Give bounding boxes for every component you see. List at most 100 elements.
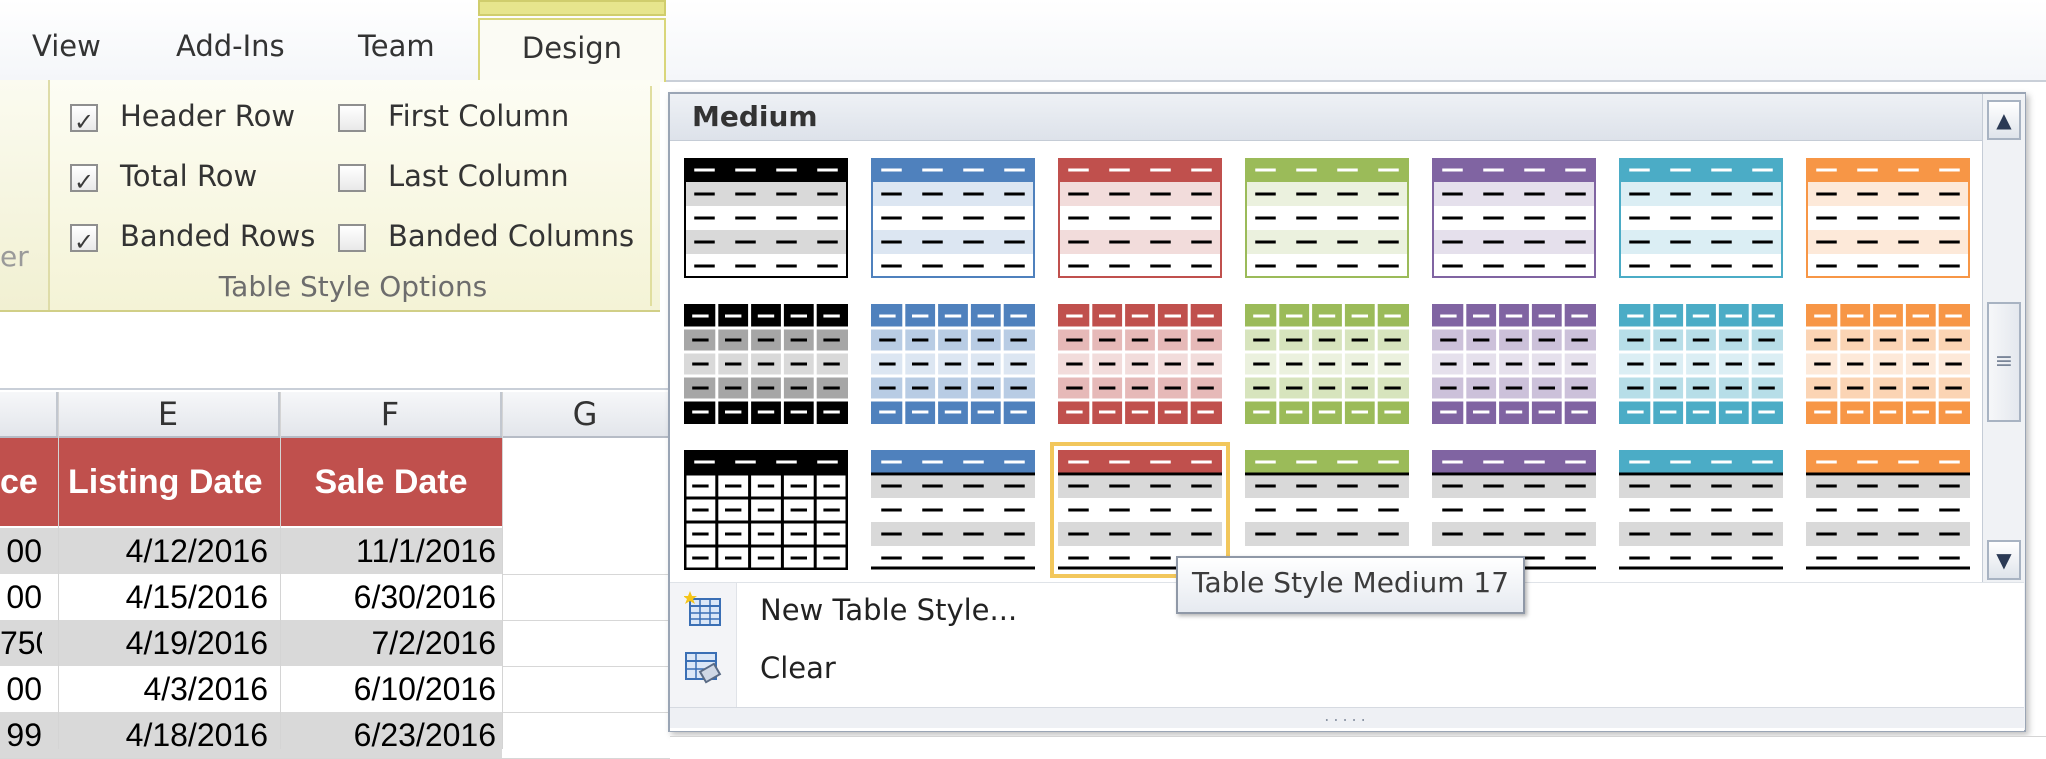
table-style-thumbnail-green-2[interactable] <box>1245 304 1409 424</box>
table-style-thumbnail-red-3[interactable] <box>1050 442 1230 578</box>
table-cell[interactable]: 6/23/2016 <box>280 712 496 758</box>
table-style-thumbnail-black-3[interactable] <box>684 450 848 570</box>
checkmark-icon: ✓ <box>74 168 95 196</box>
header-cell-listing-date[interactable]: Listing Date <box>68 438 280 526</box>
new-table-style-icon <box>684 591 721 626</box>
table-style-preview <box>1619 450 1783 570</box>
table-style-thumbnail-aqua-1[interactable] <box>1619 158 1783 278</box>
table-cell[interactable]: 11/1/2016 <box>280 528 496 574</box>
total-row-label: Total Row <box>120 159 258 193</box>
tab-design[interactable]: Design <box>478 18 666 82</box>
arrow-up-icon: ▲ <box>1996 108 2012 132</box>
resize-grip[interactable]: ..... <box>670 707 2024 728</box>
last-column-option[interactable]: Last Column <box>338 156 569 196</box>
table-style-thumbnail-aqua-2[interactable] <box>1619 304 1783 424</box>
column-header-partial[interactable] <box>0 392 58 436</box>
last-column-checkbox[interactable] <box>338 164 366 192</box>
total-row-option[interactable]: ✓ Total Row <box>70 156 257 196</box>
table-style-thumbnail-orange-1[interactable] <box>1806 158 1970 278</box>
banded-columns-label: Banded Columns <box>388 219 635 253</box>
ribbon-tab-strip: View Add-Ins Team <box>0 0 2046 82</box>
scroll-down-button[interactable]: ▼ <box>1987 540 2021 580</box>
table-header-row: ce Listing Date Sale Date <box>0 438 502 526</box>
arrow-down-icon: ▼ <box>1996 548 2012 572</box>
sheet-grid-below-gallery <box>670 736 2046 750</box>
table-cell[interactable]: 00 <box>0 528 42 574</box>
table-style-preview <box>1806 304 1970 424</box>
last-column-label: Last Column <box>388 159 569 193</box>
table-style-thumbnail-aqua-3[interactable] <box>1619 450 1783 570</box>
column-header-f[interactable]: F <box>280 392 502 436</box>
header-cell-price[interactable]: ce <box>0 438 58 526</box>
header-row-checkbox[interactable]: ✓ <box>70 104 98 136</box>
total-row-checkbox[interactable]: ✓ <box>70 164 98 196</box>
table-style-thumbnail-red-1[interactable] <box>1058 158 1222 278</box>
table-cell[interactable]: 7/2/2016 <box>280 620 496 666</box>
table-cell[interactable]: 00 <box>0 574 42 620</box>
table-style-preview <box>1806 158 1970 278</box>
banded-rows-label: Banded Rows <box>120 219 316 253</box>
banded-columns-checkbox[interactable] <box>338 224 366 252</box>
tab-view[interactable]: View <box>32 26 101 66</box>
table-cell[interactable]: 4/15/2016 <box>58 574 268 620</box>
table-cell[interactable]: 4/12/2016 <box>58 528 268 574</box>
gallery-section-title: Medium <box>692 100 818 133</box>
header-row-label: Header Row <box>120 99 296 133</box>
table-cell[interactable]: 6/30/2016 <box>280 574 496 620</box>
table-row: 00 4/15/2016 6/30/2016 <box>0 574 670 621</box>
table-style-thumbnail-purple-3[interactable] <box>1432 450 1596 570</box>
table-cell[interactable]: 4/19/2016 <box>58 620 268 666</box>
gallery-section-header: Medium <box>670 94 1982 141</box>
table-style-thumbnail-green-1[interactable] <box>1245 158 1409 278</box>
table-style-thumbnail-red-2[interactable] <box>1058 304 1222 424</box>
scroll-up-button[interactable]: ▲ <box>1987 100 2021 140</box>
table-style-thumbnail-blue-1[interactable] <box>871 158 1035 278</box>
table-style-preview <box>1245 304 1409 424</box>
first-column-option[interactable]: First Column <box>338 96 569 136</box>
banded-rows-option[interactable]: ✓ Banded Rows <box>70 216 315 256</box>
table-style-preview <box>1619 304 1783 424</box>
table-style-preview <box>1806 450 1970 570</box>
clear-menu-item[interactable]: Clear <box>760 651 836 685</box>
table-style-thumbnail-purple-2[interactable] <box>1432 304 1596 424</box>
table-cell[interactable]: 4/18/2016 <box>58 712 268 758</box>
formula-bar-area <box>0 312 670 390</box>
first-column-checkbox[interactable] <box>338 104 366 132</box>
tab-add-ins[interactable]: Add-Ins <box>176 26 285 66</box>
table-style-thumbnail-orange-2[interactable] <box>1806 304 1970 424</box>
table-style-preview <box>871 304 1035 424</box>
new-table-style-menu-item[interactable]: New Table Style... <box>760 593 1017 627</box>
table-style-preview <box>1058 450 1222 570</box>
table-cell[interactable]: 99 <box>0 712 42 758</box>
table-style-preview <box>684 304 848 424</box>
ribbon-previous-group: er <box>0 80 50 310</box>
table-style-preview <box>1058 158 1222 278</box>
table-style-preview <box>684 158 848 278</box>
banded-rows-checkbox[interactable]: ✓ <box>70 224 98 256</box>
table-style-thumbnail-blue-2[interactable] <box>871 304 1035 424</box>
column-header-e[interactable]: E <box>58 392 280 436</box>
table-cell[interactable]: 00 <box>0 666 42 712</box>
column-header-g[interactable]: G <box>502 392 670 436</box>
table-row: 00 4/12/2016 11/1/2016 <box>0 528 670 575</box>
table-cell[interactable]: 4/3/2016 <box>58 666 268 712</box>
banded-columns-option[interactable]: Banded Columns <box>338 216 634 256</box>
scroll-thumb[interactable]: ≡ <box>1987 302 2021 422</box>
table-style-thumbnail-black-2[interactable] <box>684 304 848 424</box>
table-style-preview <box>1432 450 1596 570</box>
table-style-preview <box>871 450 1035 570</box>
clear-table-icon <box>685 652 722 684</box>
table-style-thumbnail-black-1[interactable] <box>684 158 848 278</box>
table-style-gallery: Medium ▲ ≡ ▼ New Table Style... Clear ..… <box>668 92 2026 732</box>
table-cell[interactable]: 6/10/2016 <box>280 666 496 712</box>
header-row-option[interactable]: ✓ Header Row <box>70 96 295 136</box>
table-style-thumbnail-blue-3[interactable] <box>871 450 1035 570</box>
table-style-preview <box>684 450 848 570</box>
table-cell[interactable]: 750 <box>0 620 42 666</box>
table-style-thumbnail-orange-3[interactable] <box>1806 450 1970 570</box>
first-column-label: First Column <box>388 99 570 133</box>
tab-team[interactable]: Team <box>358 26 435 66</box>
header-cell-sale-date[interactable]: Sale Date <box>280 438 502 526</box>
table-style-thumbnail-purple-1[interactable] <box>1432 158 1596 278</box>
table-style-thumbnail-green-3[interactable] <box>1245 450 1409 570</box>
